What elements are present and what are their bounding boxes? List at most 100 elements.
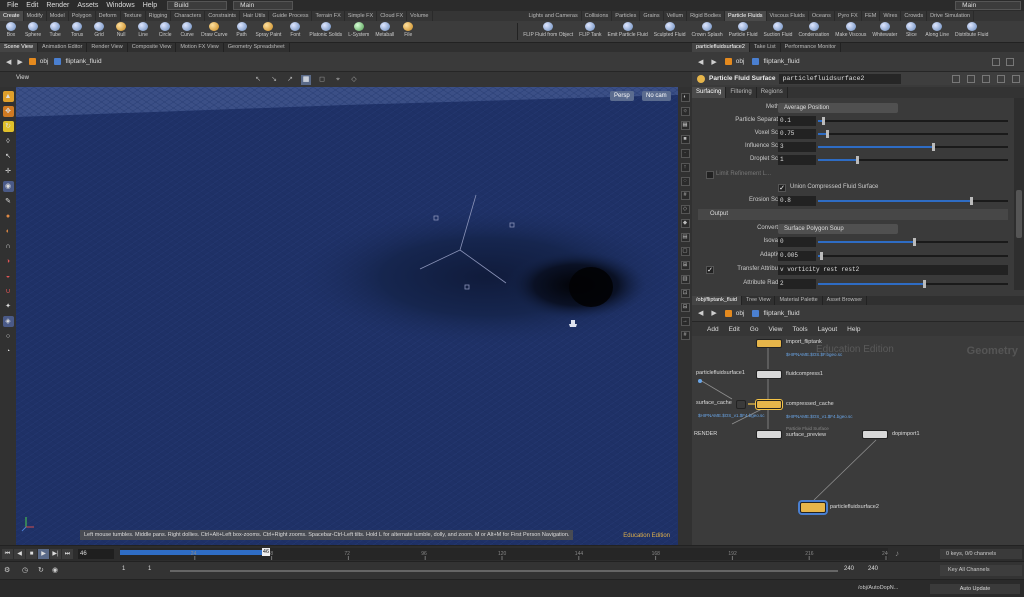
slider-knob[interactable] bbox=[970, 197, 973, 205]
tool-platonic-solids[interactable]: Platonic Solids bbox=[306, 21, 345, 42]
tab-asset-browser[interactable]: Asset Browser bbox=[823, 296, 868, 305]
droplet-scale-field[interactable]: 1 bbox=[778, 155, 816, 165]
tool-make-viscous[interactable]: Make Viscous bbox=[832, 21, 869, 42]
jump-start-icon[interactable]: ⏮ bbox=[2, 549, 13, 559]
link-icon[interactable] bbox=[1006, 58, 1014, 66]
move-tool-icon[interactable]: ✥ bbox=[2, 106, 14, 117]
tool-file[interactable]: File bbox=[397, 21, 419, 42]
tab-param-node[interactable]: particlefluidsurface2 bbox=[692, 43, 750, 52]
reference-plane-icon[interactable]: ⊟ bbox=[680, 303, 690, 312]
display-options-icon[interactable]: ◐ bbox=[680, 93, 690, 102]
slider-knob[interactable] bbox=[825, 130, 829, 138]
range-start-field[interactable]: 1 bbox=[122, 566, 125, 572]
tool-flip-tank[interactable]: FLIP Tank bbox=[576, 21, 604, 42]
light-tool-icon[interactable]: ✦ bbox=[3, 301, 14, 312]
tool-null[interactable]: Null bbox=[110, 21, 132, 42]
shelf-set-dropdown[interactable]: Main bbox=[233, 1, 294, 10]
node-dopimport1[interactable] bbox=[862, 430, 888, 439]
tab-take-list[interactable]: Take List bbox=[750, 43, 781, 52]
shelf-tab-collisions[interactable]: Collisions bbox=[582, 11, 613, 21]
droplet-scale-slider[interactable] bbox=[818, 156, 1008, 164]
tool-particle-fluid[interactable]: Particle Fluid bbox=[726, 21, 761, 42]
tab-filtering[interactable]: Filtering bbox=[726, 87, 757, 98]
network-editor[interactable]: Education Edition Geometry import_flipta… bbox=[692, 336, 1024, 545]
path-obj[interactable]: obj bbox=[28, 58, 48, 65]
bbox-icon[interactable]: ▢ bbox=[680, 247, 690, 256]
menu-assets[interactable]: Assets bbox=[73, 2, 102, 9]
adaptivity-slider[interactable] bbox=[818, 252, 1008, 260]
tab-surfacing[interactable]: Surfacing bbox=[692, 87, 727, 98]
method-menu[interactable]: Average Position bbox=[778, 103, 898, 113]
flipbook-icon[interactable]: ◔ bbox=[3, 346, 14, 357]
persp-menu-button[interactable]: Persp bbox=[610, 91, 634, 101]
select-edges-icon[interactable]: ↗ bbox=[285, 75, 295, 85]
shelf-tab-characters[interactable]: Characters bbox=[171, 11, 206, 21]
range-end-visible-field[interactable]: 240 bbox=[844, 566, 854, 572]
paint-tool-icon[interactable]: ● bbox=[3, 211, 14, 222]
params-path-node[interactable]: fliptank_fluid bbox=[752, 58, 800, 65]
lock-icon[interactable] bbox=[997, 74, 1005, 83]
shelf-tab-modify[interactable]: Modify bbox=[24, 11, 47, 21]
slider-knob[interactable] bbox=[819, 252, 823, 260]
tool-sphere[interactable]: Sphere bbox=[22, 21, 44, 42]
gear-icon[interactable] bbox=[952, 74, 960, 83]
tool-crown-splash[interactable]: Crown Splash bbox=[688, 21, 725, 42]
pose-tool-icon[interactable]: ↖ bbox=[3, 151, 14, 162]
node-import-fliptank[interactable] bbox=[756, 339, 782, 348]
shelf-tab-viscous-fluids[interactable]: Viscous Fluids bbox=[767, 11, 809, 21]
maximize-icon[interactable] bbox=[1012, 74, 1020, 83]
key-all-channels-button[interactable]: Key All Channels bbox=[940, 565, 1022, 576]
output-section-header[interactable]: Output bbox=[698, 209, 1008, 220]
tab-tree-view[interactable]: Tree View bbox=[742, 296, 776, 305]
network-menu-help[interactable]: Help bbox=[842, 326, 865, 333]
shelf-tab-texture[interactable]: Texture bbox=[121, 11, 146, 21]
network-path-obj[interactable]: obj bbox=[724, 309, 744, 317]
back-arrow-icon[interactable]: ◀ bbox=[698, 58, 703, 66]
network-menu-view[interactable]: View bbox=[763, 326, 787, 333]
viewport-3d[interactable]: Persp No cam Left mouse tumbles. Middle … bbox=[16, 87, 678, 545]
shelf-tab-vellum[interactable]: Vellum bbox=[664, 11, 688, 21]
right-shelf-set-dropdown[interactable]: Main bbox=[955, 1, 1022, 10]
lighting-icon[interactable]: ☼ bbox=[680, 107, 690, 116]
tab-scene-view[interactable]: Scene View bbox=[0, 43, 38, 52]
tab-material-palette[interactable]: Material Palette bbox=[775, 296, 823, 305]
shelf-tab-crowds[interactable]: Crowds bbox=[901, 11, 928, 21]
grid-toggle-icon[interactable]: ▥ bbox=[680, 275, 690, 284]
params-scrollbar[interactable] bbox=[1014, 98, 1024, 290]
select-icon[interactable]: ↖ bbox=[253, 75, 263, 85]
select-tool-icon[interactable]: ▲ bbox=[2, 91, 14, 102]
render-region-icon[interactable]: ○ bbox=[3, 331, 14, 342]
camera-tool-icon[interactable]: ◈ bbox=[2, 316, 14, 327]
tool-l-system[interactable]: L-System bbox=[345, 21, 372, 42]
network-menu-add[interactable]: Add bbox=[702, 326, 724, 333]
adaptivity-field[interactable]: 0.005 bbox=[778, 251, 816, 261]
help-icon[interactable] bbox=[967, 74, 975, 83]
scrollbar-thumb[interactable] bbox=[1016, 190, 1022, 238]
ghost-icon[interactable]: ◌ bbox=[680, 177, 690, 186]
network-menu-layout[interactable]: Layout bbox=[813, 326, 843, 333]
shelf-tab-deform[interactable]: Deform bbox=[96, 11, 121, 21]
limit-refinement-checkbox[interactable] bbox=[706, 171, 714, 179]
guide-icon[interactable]: ⊞ bbox=[680, 261, 690, 270]
tab-regions[interactable]: Regions bbox=[757, 87, 788, 98]
particle-separation-field[interactable]: 0.1 bbox=[778, 116, 816, 126]
forward-arrow-icon[interactable]: ▶ bbox=[17, 58, 22, 66]
step-back-icon[interactable]: ◀ bbox=[14, 549, 25, 559]
tool-whitewater[interactable]: Whitewater bbox=[869, 21, 900, 42]
shelf-tab-constraints[interactable]: Constraints bbox=[205, 11, 241, 21]
tool-draw-curve[interactable]: Draw Curve bbox=[198, 21, 230, 42]
snap-tool-icon[interactable]: ◒ bbox=[3, 271, 14, 282]
loop-icon[interactable]: ↻ bbox=[38, 566, 44, 574]
tool-tube[interactable]: Tube bbox=[44, 21, 66, 42]
network-path-node[interactable]: fliptank_fluid bbox=[752, 309, 800, 317]
slider-knob[interactable] bbox=[913, 238, 916, 246]
shelf-tab-cloud-fx[interactable]: Cloud FX bbox=[377, 11, 408, 21]
tool-suction-fluid[interactable]: Suction Fluid bbox=[761, 21, 796, 42]
influence-scale-field[interactable]: 3 bbox=[778, 142, 816, 152]
shelf-tab-create[interactable]: Create bbox=[0, 11, 24, 21]
geometry-icon[interactable]: ◆ bbox=[680, 219, 690, 228]
shelf-tab-particles[interactable]: Particles bbox=[612, 11, 641, 21]
range-slider[interactable] bbox=[170, 570, 838, 572]
current-frame-marker[interactable]: 46 bbox=[261, 548, 271, 556]
tool-along-line[interactable]: Along Line bbox=[922, 21, 952, 42]
